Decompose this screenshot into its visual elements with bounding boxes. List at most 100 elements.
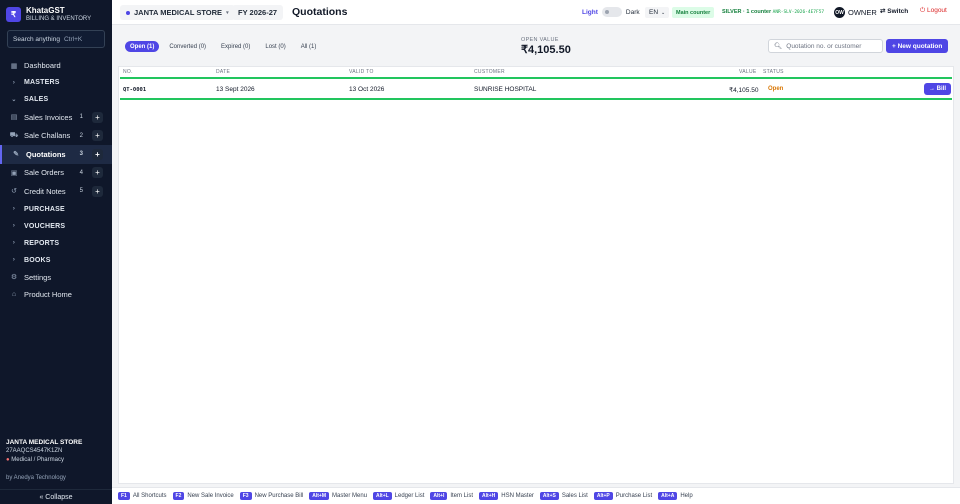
tab-expired[interactable]: Expired (0) — [216, 41, 255, 52]
dark-theme-label[interactable]: Dark — [626, 9, 640, 16]
shortcut-key: F1 — [118, 492, 130, 500]
sidebar-group-vouchers[interactable]: › VOUCHERS — [0, 218, 112, 235]
chevron-down-icon: ⌄ — [11, 97, 17, 103]
sidebar-item-sales-invoices[interactable]: ▤ Sales Invoices 1 + — [0, 108, 112, 127]
light-theme-label[interactable]: Light — [582, 9, 598, 16]
shortcut-item-list[interactable]: Alt+I Item List — [430, 492, 473, 500]
shortcut-new-sale-invoice[interactable]: F2 New Sale Invoice — [172, 492, 234, 500]
sidebar-item-label: Dashboard — [24, 61, 61, 70]
tab-lost[interactable]: Lost (0) — [260, 41, 290, 52]
brand[interactable]: ₹ KhataGST BILLING & INVENTORY — [6, 6, 91, 23]
theme-toggle[interactable] — [601, 7, 622, 17]
chevron-right-icon: › — [12, 240, 16, 246]
shortcut-key: Alt+L — [373, 492, 392, 500]
caret-down-icon: ▾ — [226, 9, 229, 16]
shortcut-master-menu[interactable]: Alt+M Master Menu — [309, 492, 367, 500]
add-sales-invoice-button[interactable]: + — [92, 111, 103, 123]
sidebar-item-quotations[interactable]: ✎ Quotations 3 + — [0, 145, 112, 164]
shortcut-number: 1 — [79, 114, 83, 121]
language-label: EN — [649, 9, 659, 16]
sidebar-group-label: PURCHASE — [24, 205, 65, 213]
logout-button[interactable]: ⏻ Logout — [920, 7, 947, 15]
user-menu[interactable]: OW OWNER — [834, 7, 877, 18]
convert-to-bill-button[interactable]: → Bill — [924, 83, 952, 95]
language-selector[interactable]: EN ⌄ — [645, 7, 670, 18]
shortcut-label: Item List — [450, 493, 474, 499]
shortcut-key: Alt+P — [593, 492, 613, 500]
avatar: OW — [834, 7, 845, 18]
shortcut-number: 5 — [79, 188, 83, 195]
shortcut-number: 4 — [79, 169, 83, 176]
column-header-no: NO. — [123, 69, 133, 75]
quotation-customer: SUNRISE HOSPITAL — [474, 86, 537, 93]
counter-badge: Main counter — [672, 7, 715, 18]
add-credit-note-button[interactable]: + — [92, 185, 103, 197]
sidebar-group-masters[interactable]: › MASTERS — [0, 74, 112, 91]
sidebar-group-sales[interactable]: ⌄ SALES — [0, 91, 112, 108]
shortcut-bar: F1 All Shortcuts F2 New Sale Invoice F3 New… — [112, 487, 960, 504]
store-gstin: 27AAQCS4547K1ZN — [6, 448, 63, 454]
quotation-icon: ✎ — [13, 151, 19, 159]
sidebar-item-sale-orders[interactable]: ▣ Sale Orders 4 + — [0, 164, 112, 183]
gear-icon: ⚙ — [10, 274, 18, 281]
shortcut-key: Alt+I — [430, 492, 448, 500]
quotations-table: NO. DATE VALID TO CUSTOMER VALUE STATUS … — [118, 66, 954, 484]
shortcut-purchase-list[interactable]: Alt+P Purchase List — [593, 492, 652, 500]
collapse-sidebar-button[interactable]: « Collapse — [0, 489, 112, 504]
add-quotation-button[interactable]: + — [92, 148, 103, 160]
tab-converted[interactable]: Converted (0) — [164, 41, 211, 52]
column-header-value: VALUE — [739, 69, 757, 75]
sidebar-group-books[interactable]: › BOOKS — [0, 252, 112, 269]
financial-year-selector[interactable]: FY 2026-27 — [232, 5, 284, 20]
sidebar-item-settings[interactable]: ⚙ Settings — [0, 269, 112, 286]
store-type-label: Medical / Pharmacy — [11, 457, 64, 463]
shortcut-label: All Shortcuts — [132, 493, 167, 499]
store-selector[interactable]: JANTA MEDICAL STORE ▾ — [120, 5, 235, 20]
sidebar-item-product-home[interactable]: ⌂ Product Home — [0, 286, 112, 303]
sidebar-group-reports[interactable]: › REPORTS — [0, 235, 112, 252]
quotation-date: 13 Sept 2026 — [216, 86, 255, 93]
status-tabs: Open (1) Converted (0) Expired (0) Lost … — [125, 41, 321, 52]
rupee-logo-icon: ₹ — [6, 7, 21, 22]
shortcut-all[interactable]: F1 All Shortcuts — [118, 492, 167, 500]
chevron-right-icon: › — [12, 79, 16, 86]
brand-title: KhataGST — [26, 6, 65, 15]
search-icon: 🔍︎ — [774, 43, 783, 50]
pill-icon: ● — [6, 457, 10, 463]
shortcut-label: New Purchase Bill — [254, 493, 304, 499]
sidebar-item-dashboard[interactable]: ▦ Dashboard — [0, 57, 112, 74]
sidebar-item-label: Quotations — [26, 149, 66, 159]
add-sale-order-button[interactable]: + — [92, 167, 103, 179]
return-icon: ↺ — [11, 188, 17, 196]
column-header-customer: CUSTOMER — [474, 69, 505, 75]
dashboard-icon: ▦ — [10, 62, 18, 70]
quotation-search-input[interactable]: 🔍︎ Quotation no. or customer — [768, 39, 883, 53]
home-icon: ⌂ — [11, 290, 17, 298]
shortcut-new-purchase-bill[interactable]: F3 New Purchase Bill — [239, 492, 304, 500]
shortcut-key: F3 — [239, 492, 252, 500]
shortcut-hsn-master[interactable]: Alt+H HSN Master — [479, 492, 534, 500]
shortcut-key: Alt+S — [539, 492, 559, 500]
shortcut-label: HSN Master — [501, 493, 534, 499]
shortcut-help[interactable]: Alt+A Help — [658, 492, 693, 500]
top-bar: JANTA MEDICAL STORE ▾ FY 2026-27 Quotati… — [112, 0, 960, 25]
shortcut-key: Alt+A — [658, 492, 678, 500]
swap-icon: ⇄ — [880, 8, 886, 15]
table-row[interactable]: QT-0001 13 Sept 2026 13 Oct 2026 SUNRISE… — [120, 77, 952, 100]
new-quotation-button[interactable]: + New quotation — [886, 39, 949, 53]
sidebar-search-placeholder: Search anything — [13, 35, 60, 43]
store-info: JANTA MEDICAL STORE 27AAQCS4547K1ZN ● Me… — [6, 438, 108, 465]
tab-open[interactable]: Open (1) — [125, 41, 160, 52]
shortcut-ledger-list[interactable]: Alt+L Ledger List — [373, 492, 424, 500]
sidebar-item-sale-challans[interactable]: ⛟ Sale Challans 2 + — [0, 127, 112, 146]
sidebar-group-purchase[interactable]: › PURCHASE — [0, 201, 112, 218]
tab-all[interactable]: All (1) — [296, 41, 322, 52]
switch-button[interactable]: ⇄ Switch — [880, 7, 908, 15]
add-sale-challan-button[interactable]: + — [92, 130, 103, 142]
sidebar-search-input[interactable]: Search anything Ctrl+K — [7, 30, 105, 48]
sidebar-item-credit-notes[interactable]: ↺ Credit Notes 5 + — [0, 182, 112, 201]
sidebar-nav: ▦ Dashboard › MASTERS ⌄ SALES ▤ Sales In… — [0, 57, 112, 303]
quotation-number[interactable]: QT-0001 — [123, 87, 146, 93]
shortcut-key: Alt+M — [309, 492, 330, 500]
shortcut-sales-list[interactable]: Alt+S Sales List — [539, 492, 588, 500]
